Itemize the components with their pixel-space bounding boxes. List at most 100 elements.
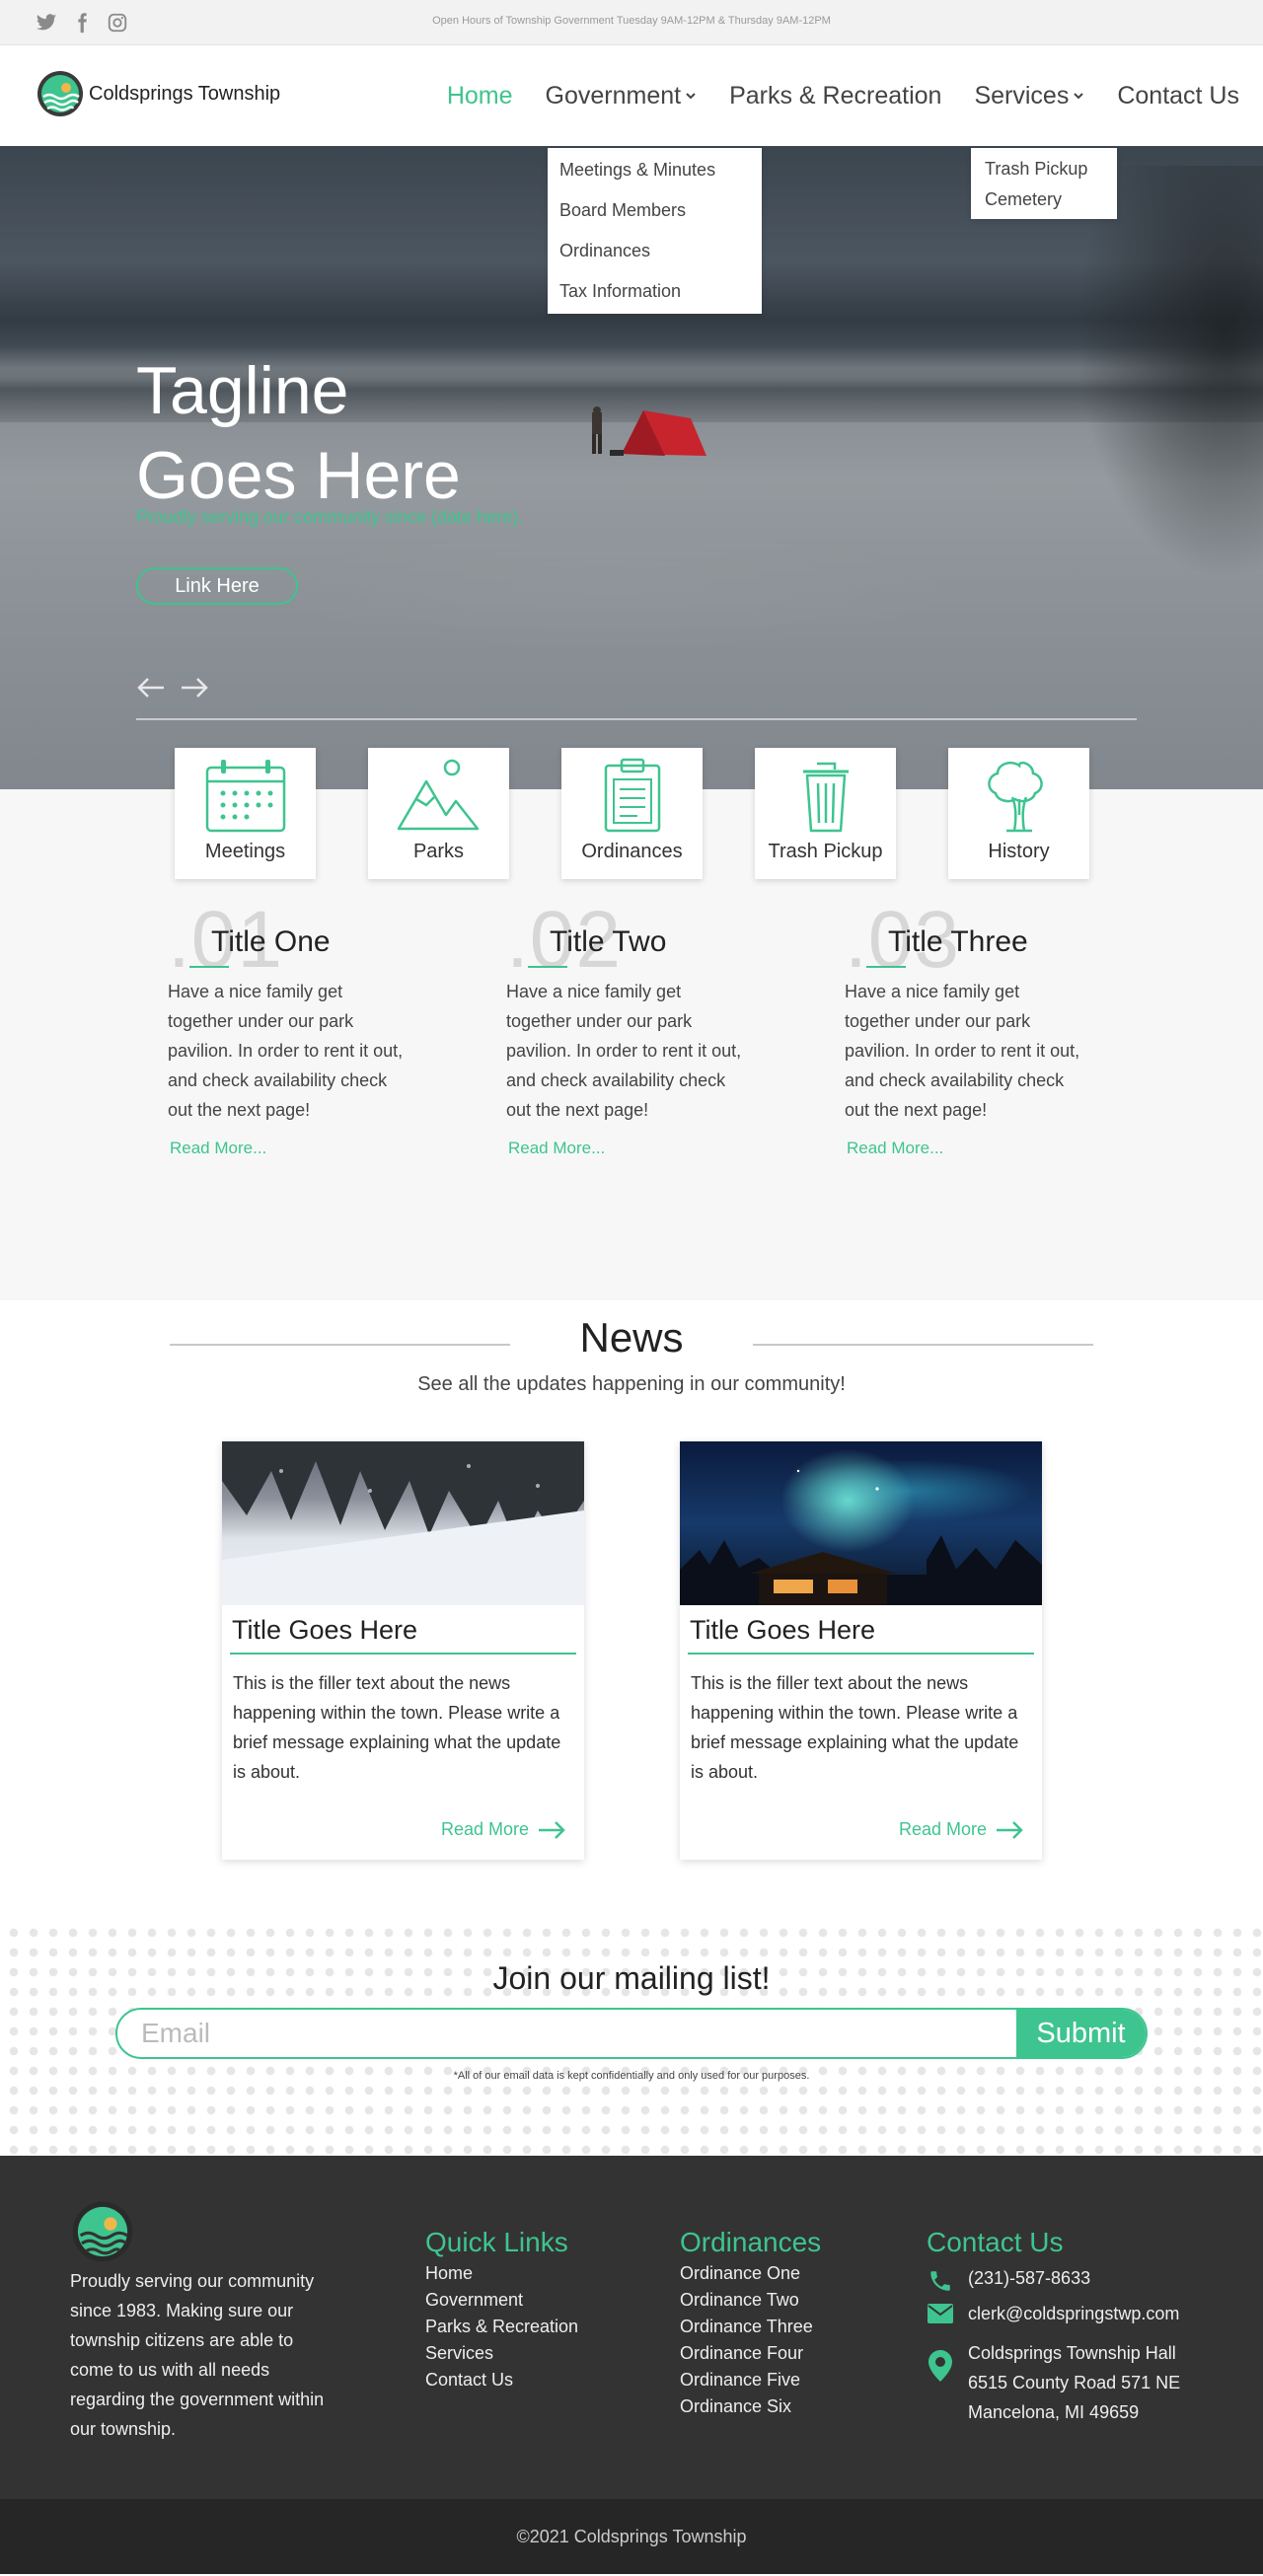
tile-trash-pickup[interactable]: Trash Pickup — [755, 748, 896, 879]
nav-services[interactable]: Services — [974, 82, 1084, 110]
news-image-aurora-cabin — [680, 1441, 1042, 1605]
news-title: News — [579, 1314, 684, 1361]
mailing-form: Submit — [115, 2008, 1148, 2059]
footer-email-row: clerk@coldspringstwp.com — [927, 2304, 1180, 2324]
menu-item-board-members[interactable]: Board Members — [548, 190, 762, 231]
menu-item-ordinances[interactable]: Ordinances — [548, 231, 762, 271]
email-field[interactable] — [117, 2010, 1018, 2057]
arrow-right-icon — [539, 1820, 565, 1839]
feature-underline — [528, 966, 567, 968]
chevron-down-icon — [686, 93, 696, 100]
trash-icon — [802, 762, 849, 833]
footer-link-government[interactable]: Government — [425, 2287, 578, 2314]
footer-address-line2: 6515 County Road 571 NE — [968, 2373, 1181, 2392]
tile-label: Trash Pickup — [768, 841, 883, 862]
menu-item-cemetery[interactable]: Cemetery — [971, 184, 1117, 215]
news-card-read-more[interactable]: Read More — [899, 1819, 1024, 1840]
footer-ordinance-link[interactable]: Ordinance Six — [680, 2393, 821, 2420]
top-bar: Open Hours of Township Government Tuesda… — [0, 0, 1263, 45]
submit-button[interactable]: Submit — [1016, 2010, 1146, 2057]
read-more-label: Read More — [440, 1819, 529, 1839]
feature-item: .01 Title One Have a nice family get tog… — [168, 900, 408, 1158]
footer-ordinance-link[interactable]: Ordinance Three — [680, 2314, 821, 2340]
services-dropdown: Trash Pickup Cemetery — [971, 148, 1117, 219]
feature-item: .02 Title Two Have a nice family get tog… — [506, 900, 746, 1158]
footer-address-row: Coldsprings Township Hall 6515 County Ro… — [927, 2338, 1180, 2427]
nav-contact[interactable]: Contact Us — [1117, 82, 1239, 110]
footer-link-home[interactable]: Home — [425, 2260, 578, 2287]
tile-ordinances[interactable]: Ordinances — [561, 748, 703, 879]
news-card[interactable]: Title Goes Here This is the filler text … — [222, 1441, 584, 1860]
mountain-icon — [397, 759, 479, 831]
tile-meetings[interactable]: Meetings — [175, 748, 316, 879]
footer-quick-links-title: Quick Links — [425, 2227, 568, 2257]
tile-parks[interactable]: Parks — [368, 748, 509, 879]
hero-tagline: Tagline Goes Here — [136, 348, 649, 518]
feature-underline — [189, 966, 229, 968]
site-footer: Proudly serving our community since 1983… — [0, 2156, 1263, 2499]
feature-read-more[interactable]: Read More... — [506, 1139, 746, 1158]
feature-item: .03 Title Three Have a nice family get t… — [845, 900, 1084, 1158]
menu-item-meetings[interactable]: Meetings & Minutes — [548, 150, 762, 190]
menu-item-trash-pickup[interactable]: Trash Pickup — [971, 154, 1117, 184]
footer-ordinance-link[interactable]: Ordinance Five — [680, 2367, 821, 2393]
footer-ordinance-link[interactable]: Ordinance One — [680, 2260, 821, 2287]
hero-divider — [136, 718, 1137, 720]
copyright-text: ©2021 Coldsprings Township — [516, 2526, 747, 2546]
tile-label: Parks — [412, 841, 465, 862]
feature-text: Have a nice family get together under ou… — [845, 982, 1080, 1120]
footer-link-services[interactable]: Services — [425, 2340, 578, 2367]
nav-parks[interactable]: Parks & Recreation — [729, 82, 941, 110]
location-pin-icon — [927, 2338, 954, 2382]
menu-item-tax-information[interactable]: Tax Information — [548, 271, 762, 312]
news-card-text: This is the filler text about the news h… — [233, 1673, 561, 1782]
news-card-read-more[interactable]: Read More — [441, 1819, 566, 1840]
feature-underline — [866, 966, 906, 968]
hero-tagline-line1: Tagline — [136, 353, 349, 428]
footer-address: Coldsprings Township Hall 6515 County Ro… — [968, 2338, 1180, 2427]
news-card[interactable]: Title Goes Here This is the filler text … — [680, 1441, 1042, 1860]
footer-ordinance-link[interactable]: Ordinance Two — [680, 2287, 821, 2314]
arrow-left-icon[interactable] — [136, 676, 166, 699]
news-section: News See all the updates happening in ou… — [0, 1300, 1263, 1919]
footer-logo-icon[interactable] — [70, 2199, 135, 2264]
feature-title: Title Two — [550, 925, 667, 958]
news-rule-right — [753, 1344, 1093, 1346]
footer-address-line1: Coldsprings Township Hall — [968, 2343, 1176, 2363]
hero-link-button[interactable]: Link Here — [136, 567, 298, 605]
nav-home[interactable]: Home — [447, 82, 513, 110]
tile-history[interactable]: History — [948, 748, 1089, 879]
tile-label: Ordinances — [581, 841, 683, 862]
feature-text: Have a nice family get together under ou… — [168, 982, 404, 1120]
feature-read-more[interactable]: Read More... — [168, 1139, 408, 1158]
quick-tiles: Meetings Parks Ordinances Trash Pickup H… — [175, 748, 1089, 879]
feature-title: Title One — [211, 925, 331, 958]
main-nav: Home Government Parks & Recreation Servi… — [447, 45, 1239, 146]
arrow-right-icon[interactable] — [180, 676, 209, 699]
footer-ordinance-link[interactable]: Ordinance Four — [680, 2340, 821, 2367]
footer-address-line3: Mancelona, MI 49659 — [968, 2402, 1140, 2422]
copyright-bar: ©2021 Coldsprings Township — [0, 2499, 1263, 2574]
news-card-text: This is the filler text about the news h… — [691, 1673, 1019, 1782]
nav-government-label: Government — [545, 81, 682, 110]
footer-link-parks[interactable]: Parks & Recreation — [425, 2314, 578, 2340]
hero-subtitle: Proudly serving our community since (dat… — [136, 507, 524, 527]
arrow-right-icon — [997, 1820, 1023, 1839]
site-header: Coldsprings Township Home Government Par… — [0, 45, 1263, 146]
mail-icon — [927, 2304, 954, 2323]
mailing-title: Join our mailing list! — [492, 1960, 771, 1996]
feature-read-more[interactable]: Read More... — [845, 1139, 1084, 1158]
footer-contact: Contact Us (231)-587-8633 clerk@coldspri… — [927, 2227, 1180, 2427]
mailing-list-section: Join our mailing list! Submit *All of ou… — [0, 1919, 1263, 2156]
footer-phone-row: (231)-587-8633 — [927, 2268, 1180, 2294]
government-dropdown: Meetings & Minutes Board Members Ordinan… — [548, 148, 762, 314]
footer-phone[interactable]: (231)-587-8633 — [968, 2268, 1090, 2289]
tile-label: Meetings — [204, 841, 286, 862]
news-image-snowy-forest — [222, 1441, 584, 1605]
site-logo[interactable]: Coldsprings Township — [36, 69, 280, 118]
footer-link-contact[interactable]: Contact Us — [425, 2367, 578, 2393]
footer-ordinances-title: Ordinances — [680, 2227, 822, 2257]
footer-about: Proudly serving our community since 1983… — [70, 2271, 325, 2439]
footer-email[interactable]: clerk@coldspringstwp.com — [968, 2304, 1179, 2324]
nav-government[interactable]: Government — [546, 82, 698, 110]
